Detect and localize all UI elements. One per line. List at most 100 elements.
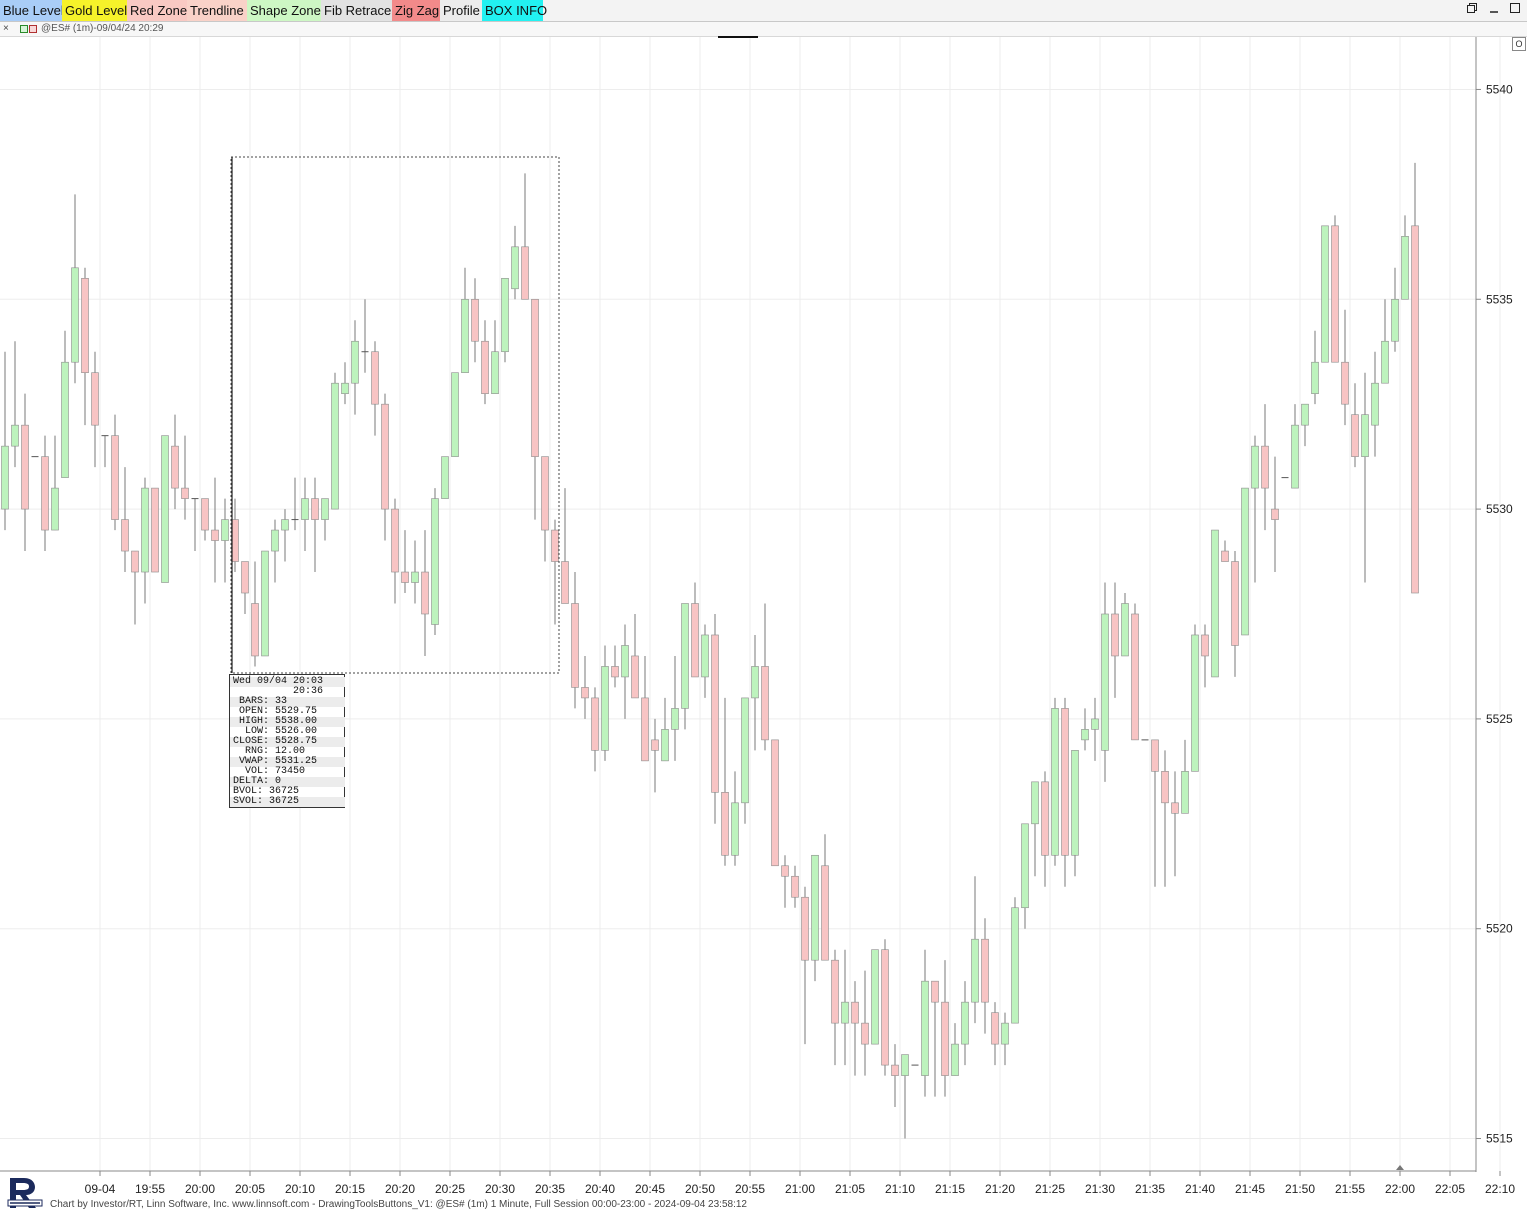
candle-body-down bbox=[861, 1022, 869, 1045]
candle bbox=[241, 561, 249, 614]
candle bbox=[681, 603, 689, 730]
candle bbox=[1111, 582, 1119, 698]
candle bbox=[141, 477, 149, 604]
candle-body-up bbox=[811, 854, 819, 961]
price-tick-label: 5525 bbox=[1486, 712, 1513, 726]
candle-body-down bbox=[401, 571, 409, 583]
candle bbox=[1201, 624, 1209, 688]
candle bbox=[161, 435, 169, 583]
time-tick-label: 21:00 bbox=[785, 1182, 815, 1196]
candle-body-up bbox=[221, 519, 229, 541]
candle bbox=[121, 467, 129, 573]
candle bbox=[951, 1023, 959, 1076]
time-tick-label: 21:20 bbox=[985, 1182, 1015, 1196]
candle bbox=[1291, 404, 1299, 489]
candle bbox=[611, 645, 619, 688]
time-tick-label: 20:05 bbox=[235, 1182, 265, 1196]
time-tick-label: 20:50 bbox=[685, 1182, 715, 1196]
candle-body-up bbox=[1371, 382, 1379, 426]
candle bbox=[1091, 697, 1099, 761]
price-tick-label: 5535 bbox=[1486, 292, 1513, 306]
candle-body-up bbox=[1021, 823, 1029, 909]
price-tick-label: 5530 bbox=[1486, 502, 1513, 516]
time-tick-label: 20:45 bbox=[635, 1182, 665, 1196]
time-tick-label: 21:30 bbox=[1085, 1182, 1115, 1196]
time-tick-label: 21:15 bbox=[935, 1182, 965, 1196]
time-tick-label: 21:55 bbox=[1335, 1182, 1365, 1196]
candle bbox=[591, 687, 599, 772]
candle bbox=[541, 456, 549, 562]
candle bbox=[581, 655, 589, 719]
candle bbox=[111, 414, 119, 531]
candle bbox=[181, 435, 189, 520]
candle-body-up bbox=[1121, 603, 1129, 657]
candle bbox=[441, 456, 449, 499]
candle-body-up bbox=[751, 666, 759, 699]
candle bbox=[281, 509, 289, 562]
candle-body-up bbox=[601, 666, 609, 751]
candle bbox=[1051, 697, 1059, 866]
candle-body-down bbox=[761, 666, 769, 741]
candle-body-up bbox=[431, 498, 439, 625]
candle bbox=[191, 498, 199, 552]
time-tick-label: 19:55 bbox=[135, 1182, 165, 1196]
current-time-marker-icon bbox=[1396, 1165, 1404, 1170]
candle-body-down bbox=[121, 519, 129, 552]
time-tick-label: 22:05 bbox=[1435, 1182, 1465, 1196]
candle-body-up bbox=[871, 949, 879, 1045]
candle bbox=[571, 572, 579, 709]
candlestick-chart[interactable]: 5515 5520 5525 5530 5535 5540 09-04 19:55 20:00… bbox=[0, 0, 1527, 1213]
candle-body-down bbox=[561, 561, 569, 604]
candle-body-down bbox=[1271, 508, 1279, 520]
box-info-panel: Wed 09/04 20:03 20:36 BARS: 33 OPEN: 552… bbox=[229, 674, 345, 808]
chart-options-button[interactable]: O bbox=[1512, 37, 1526, 51]
candle-body-down bbox=[821, 865, 829, 961]
candle-body-down bbox=[1161, 771, 1169, 804]
candle-body-up bbox=[1361, 414, 1369, 457]
candle-body-up bbox=[1401, 236, 1409, 300]
candle bbox=[1, 351, 9, 531]
candle-body-down bbox=[211, 529, 219, 541]
candle-body-up bbox=[461, 298, 469, 374]
chart-grid bbox=[0, 37, 1501, 1171]
candle bbox=[1161, 750, 1169, 887]
time-tick-label: 20:40 bbox=[585, 1182, 615, 1196]
candle-body-down bbox=[1151, 739, 1159, 772]
candle bbox=[801, 886, 809, 1045]
candle-body-down bbox=[421, 571, 429, 615]
candle-body-up bbox=[301, 498, 309, 520]
candle bbox=[991, 1002, 999, 1066]
candle bbox=[51, 435, 59, 531]
candle bbox=[1131, 603, 1139, 741]
candle bbox=[921, 949, 929, 1097]
candle-body-up bbox=[511, 246, 519, 290]
investor-rt-logo-icon bbox=[6, 1172, 44, 1210]
candle-body-down bbox=[1111, 613, 1119, 657]
candle-body-up bbox=[671, 708, 679, 730]
candle-body-up bbox=[1241, 487, 1249, 636]
candle-body-down bbox=[791, 875, 799, 898]
candle bbox=[221, 498, 229, 583]
time-tick-label: 20:25 bbox=[435, 1182, 465, 1196]
candle-body-down bbox=[21, 424, 29, 510]
candle bbox=[861, 970, 869, 1076]
candle bbox=[1311, 330, 1319, 405]
candle-body-down bbox=[611, 666, 619, 678]
candle bbox=[631, 613, 639, 699]
candle-body-down bbox=[931, 980, 939, 1003]
candle bbox=[461, 267, 469, 374]
candle-body-down bbox=[81, 277, 89, 374]
candle-body-down bbox=[1041, 781, 1049, 856]
candles bbox=[1, 162, 1419, 1139]
candle-body-up bbox=[141, 487, 149, 573]
candle-body-down bbox=[41, 456, 49, 531]
candle-body-up bbox=[961, 1001, 969, 1045]
candle bbox=[881, 939, 889, 1076]
candle bbox=[561, 488, 569, 604]
candle-body-up bbox=[1251, 445, 1259, 489]
candle-body-up bbox=[971, 938, 979, 1003]
candle-body-down bbox=[1331, 225, 1339, 363]
candle-body-up bbox=[621, 645, 629, 678]
candle-body-up bbox=[341, 382, 349, 394]
candle bbox=[1231, 551, 1239, 677]
